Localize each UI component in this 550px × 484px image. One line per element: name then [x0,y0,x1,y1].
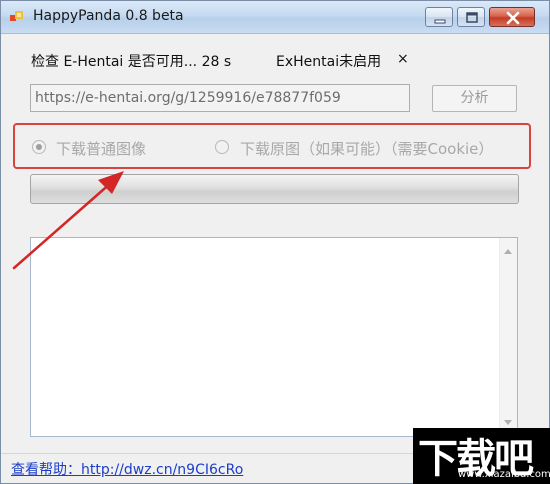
minimize-icon [434,19,446,24]
gallery-url-input[interactable] [30,84,410,112]
app-icon [10,11,23,21]
close-icon [506,11,520,25]
help-link[interactable]: 查看帮助：http://dwz.cn/n9CI6cRo [11,459,243,479]
radio-selected-dot [36,144,42,150]
app-window: HappyPanda 0.8 beta 检查 E-Hentai 是否可用... … [0,0,550,484]
minimize-button[interactable] [425,7,453,27]
radio-normal-images-label[interactable]: 下载普通图像 [56,138,146,159]
scroll-up-arrow-icon[interactable] [504,248,512,254]
exhentai-status: ExHentai未启用 [276,54,382,70]
radio-normal-images[interactable] [32,140,46,154]
radio-original-images-label[interactable]: 下载原图（如果可能）（需要Cookie） [240,138,493,159]
download-progress-bar [30,174,519,204]
log-scrollbar[interactable] [499,238,517,436]
title-bar[interactable]: HappyPanda 0.8 beta [1,1,549,34]
log-textarea[interactable] [30,237,518,437]
analyze-button[interactable]: 分析 [432,85,517,112]
watermark-url: www.xiazaiba.com [458,469,550,480]
close-button[interactable] [489,7,535,27]
status-check-text: 检查 E-Hentai 是否可用... 28 s [31,54,232,70]
maximize-button[interactable] [457,7,485,27]
radio-original-images[interactable] [215,140,229,154]
window-title: HappyPanda 0.8 beta [33,8,184,24]
maximize-icon [466,12,478,23]
exhentai-dismiss-icon[interactable]: × [397,51,409,67]
